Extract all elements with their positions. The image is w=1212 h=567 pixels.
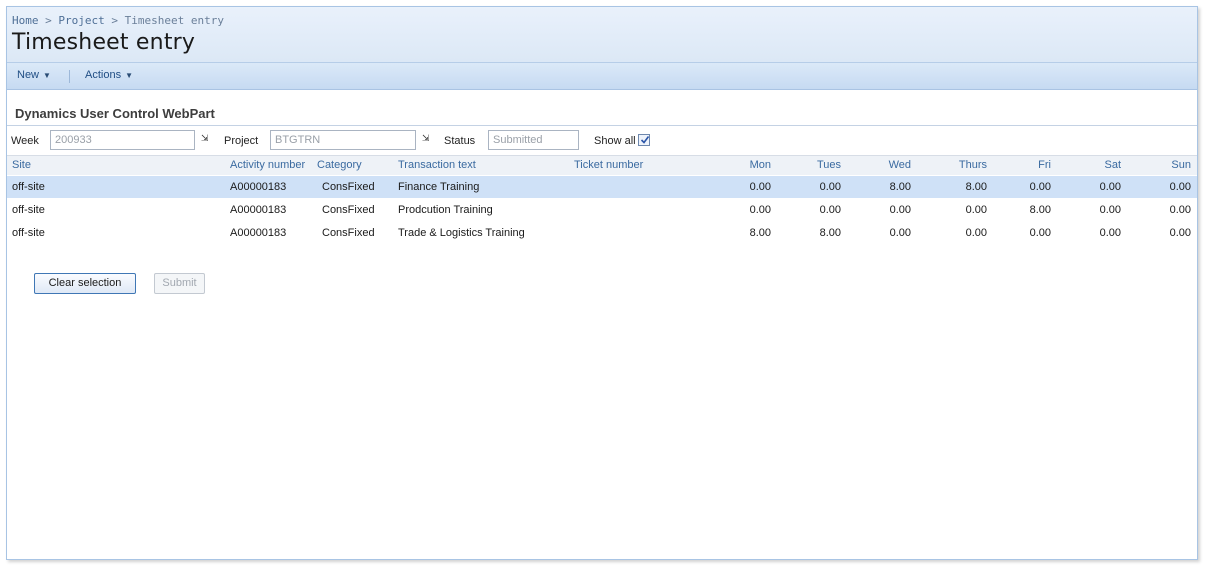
chevron-down-icon: ▼	[43, 71, 51, 80]
column-header-sat[interactable]: Sat	[1087, 156, 1121, 174]
table-row[interactable]: off-site A00000183 ConsFixed Finance Tra…	[7, 176, 1197, 198]
cell-transaction-text: Finance Training	[398, 181, 480, 193]
status-label: Status	[444, 135, 476, 147]
cell-sat: 0.00	[1099, 227, 1121, 239]
cell-transaction-text: Trade & Logistics Training	[398, 227, 525, 239]
show-all-label: Show all	[594, 135, 636, 147]
new-menu-button[interactable]: New ▼	[17, 69, 51, 81]
project-field[interactable]	[270, 130, 416, 150]
actions-menu-button[interactable]: Actions ▼	[85, 69, 133, 81]
cell-fri: 0.00	[1029, 227, 1051, 239]
cell-sun: 0.00	[1169, 181, 1191, 193]
page-title: Timesheet entry	[12, 30, 196, 55]
show-all-checkbox[interactable]	[638, 134, 650, 146]
column-header-ticket-number[interactable]: Ticket number	[574, 156, 643, 174]
new-menu-label: New	[17, 69, 40, 81]
cell-site: off-site	[12, 181, 45, 193]
cell-activity-number: A00000183	[230, 204, 287, 216]
column-header-site[interactable]: Site	[12, 156, 31, 174]
cell-thurs: 0.00	[965, 227, 987, 239]
column-header-fri[interactable]: Fri	[1017, 156, 1051, 174]
cell-sat: 0.00	[1099, 181, 1121, 193]
toolbar-divider	[69, 70, 70, 83]
status-field[interactable]	[488, 130, 579, 150]
app-window: Home > Project > Timesheet entry Timeshe…	[6, 6, 1198, 560]
cell-tues: 8.00	[819, 227, 841, 239]
cell-wed: 0.00	[889, 204, 911, 216]
column-header-thurs[interactable]: Thurs	[947, 156, 987, 174]
submit-button[interactable]: Submit	[154, 273, 205, 294]
project-label: Project	[224, 135, 259, 147]
chevron-down-icon: ▼	[125, 71, 133, 80]
cell-wed: 8.00	[889, 181, 911, 193]
column-header-tues[interactable]: Tues	[807, 156, 841, 174]
column-header-wed[interactable]: Wed	[877, 156, 911, 174]
table-row[interactable]: off-site A00000183 ConsFixed Prodcution …	[7, 199, 1197, 221]
actions-menu-label: Actions	[85, 69, 122, 81]
cell-sat: 0.00	[1099, 204, 1121, 216]
week-label: Week	[11, 135, 39, 147]
column-header-transaction-text[interactable]: Transaction text	[398, 156, 476, 174]
breadcrumb-separator: >	[45, 14, 52, 27]
cell-sun: 0.00	[1169, 204, 1191, 216]
cell-mon: 0.00	[749, 204, 771, 216]
breadcrumb-home[interactable]: Home	[12, 14, 39, 27]
cell-transaction-text: Prodcution Training	[398, 204, 493, 216]
cell-category: ConsFixed	[322, 227, 375, 239]
webpart-divider	[7, 125, 1197, 126]
cell-thurs: 0.00	[965, 204, 987, 216]
grid-header-row: Site Activity number Category Transactio…	[7, 155, 1197, 175]
breadcrumb-separator: >	[111, 14, 118, 27]
column-header-category[interactable]: Category	[317, 156, 362, 174]
cell-activity-number: A00000183	[230, 227, 287, 239]
project-lookup-icon[interactable]: ⇲	[422, 134, 432, 144]
table-row[interactable]: off-site A00000183 ConsFixed Trade & Log…	[7, 222, 1197, 244]
checkmark-icon	[640, 136, 650, 144]
cell-tues: 0.00	[819, 204, 841, 216]
cell-site: off-site	[12, 227, 45, 239]
cell-wed: 0.00	[889, 227, 911, 239]
cell-mon: 8.00	[749, 227, 771, 239]
cell-category: ConsFixed	[322, 204, 375, 216]
column-header-sun[interactable]: Sun	[1157, 156, 1191, 174]
cell-activity-number: A00000183	[230, 181, 287, 193]
week-lookup-icon[interactable]: ⇲	[201, 134, 211, 144]
page-header: Home > Project > Timesheet entry Timeshe…	[7, 7, 1197, 62]
clear-selection-button[interactable]: Clear selection	[34, 273, 136, 294]
cell-tues: 0.00	[819, 181, 841, 193]
cell-category: ConsFixed	[322, 181, 375, 193]
cell-site: off-site	[12, 204, 45, 216]
week-field[interactable]	[50, 130, 195, 150]
column-header-mon[interactable]: Mon	[737, 156, 771, 174]
cell-mon: 0.00	[749, 181, 771, 193]
cell-thurs: 8.00	[965, 181, 987, 193]
cell-sun: 0.00	[1169, 227, 1191, 239]
breadcrumb: Home > Project > Timesheet entry	[12, 14, 224, 27]
breadcrumb-current: Timesheet entry	[124, 14, 224, 27]
toolbar: New ▼ Actions ▼	[7, 62, 1197, 90]
column-header-activity-number[interactable]: Activity number	[230, 156, 305, 174]
breadcrumb-project[interactable]: Project	[58, 14, 104, 27]
cell-fri: 0.00	[1029, 181, 1051, 193]
webpart-title: Dynamics User Control WebPart	[15, 106, 215, 121]
cell-fri: 8.00	[1029, 204, 1051, 216]
